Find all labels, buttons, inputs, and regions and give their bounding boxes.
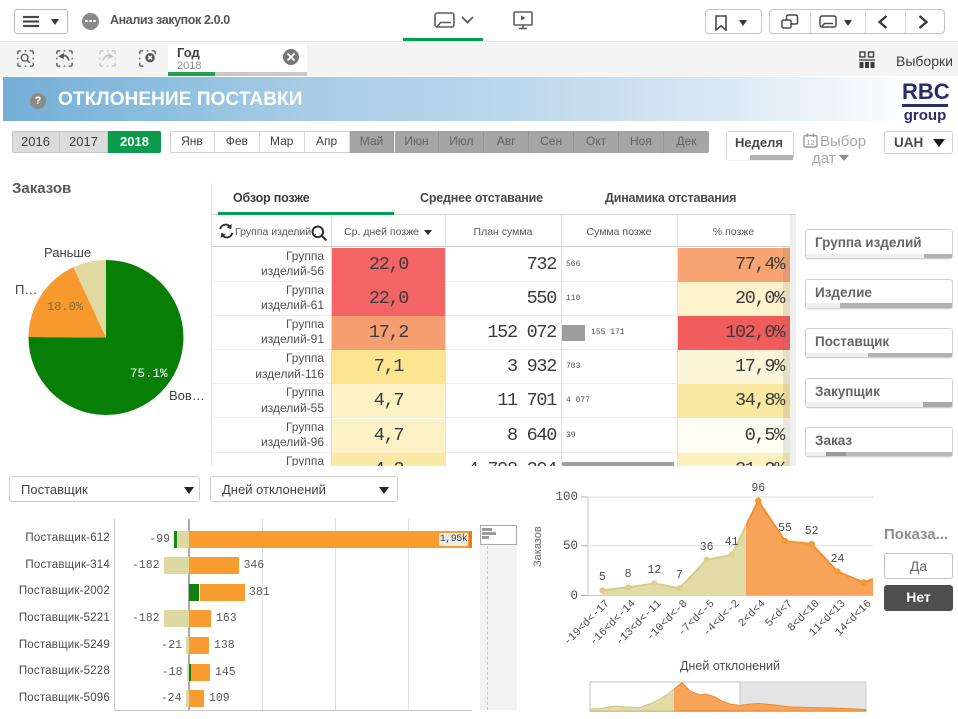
svg-text:12: 12: [806, 138, 814, 147]
